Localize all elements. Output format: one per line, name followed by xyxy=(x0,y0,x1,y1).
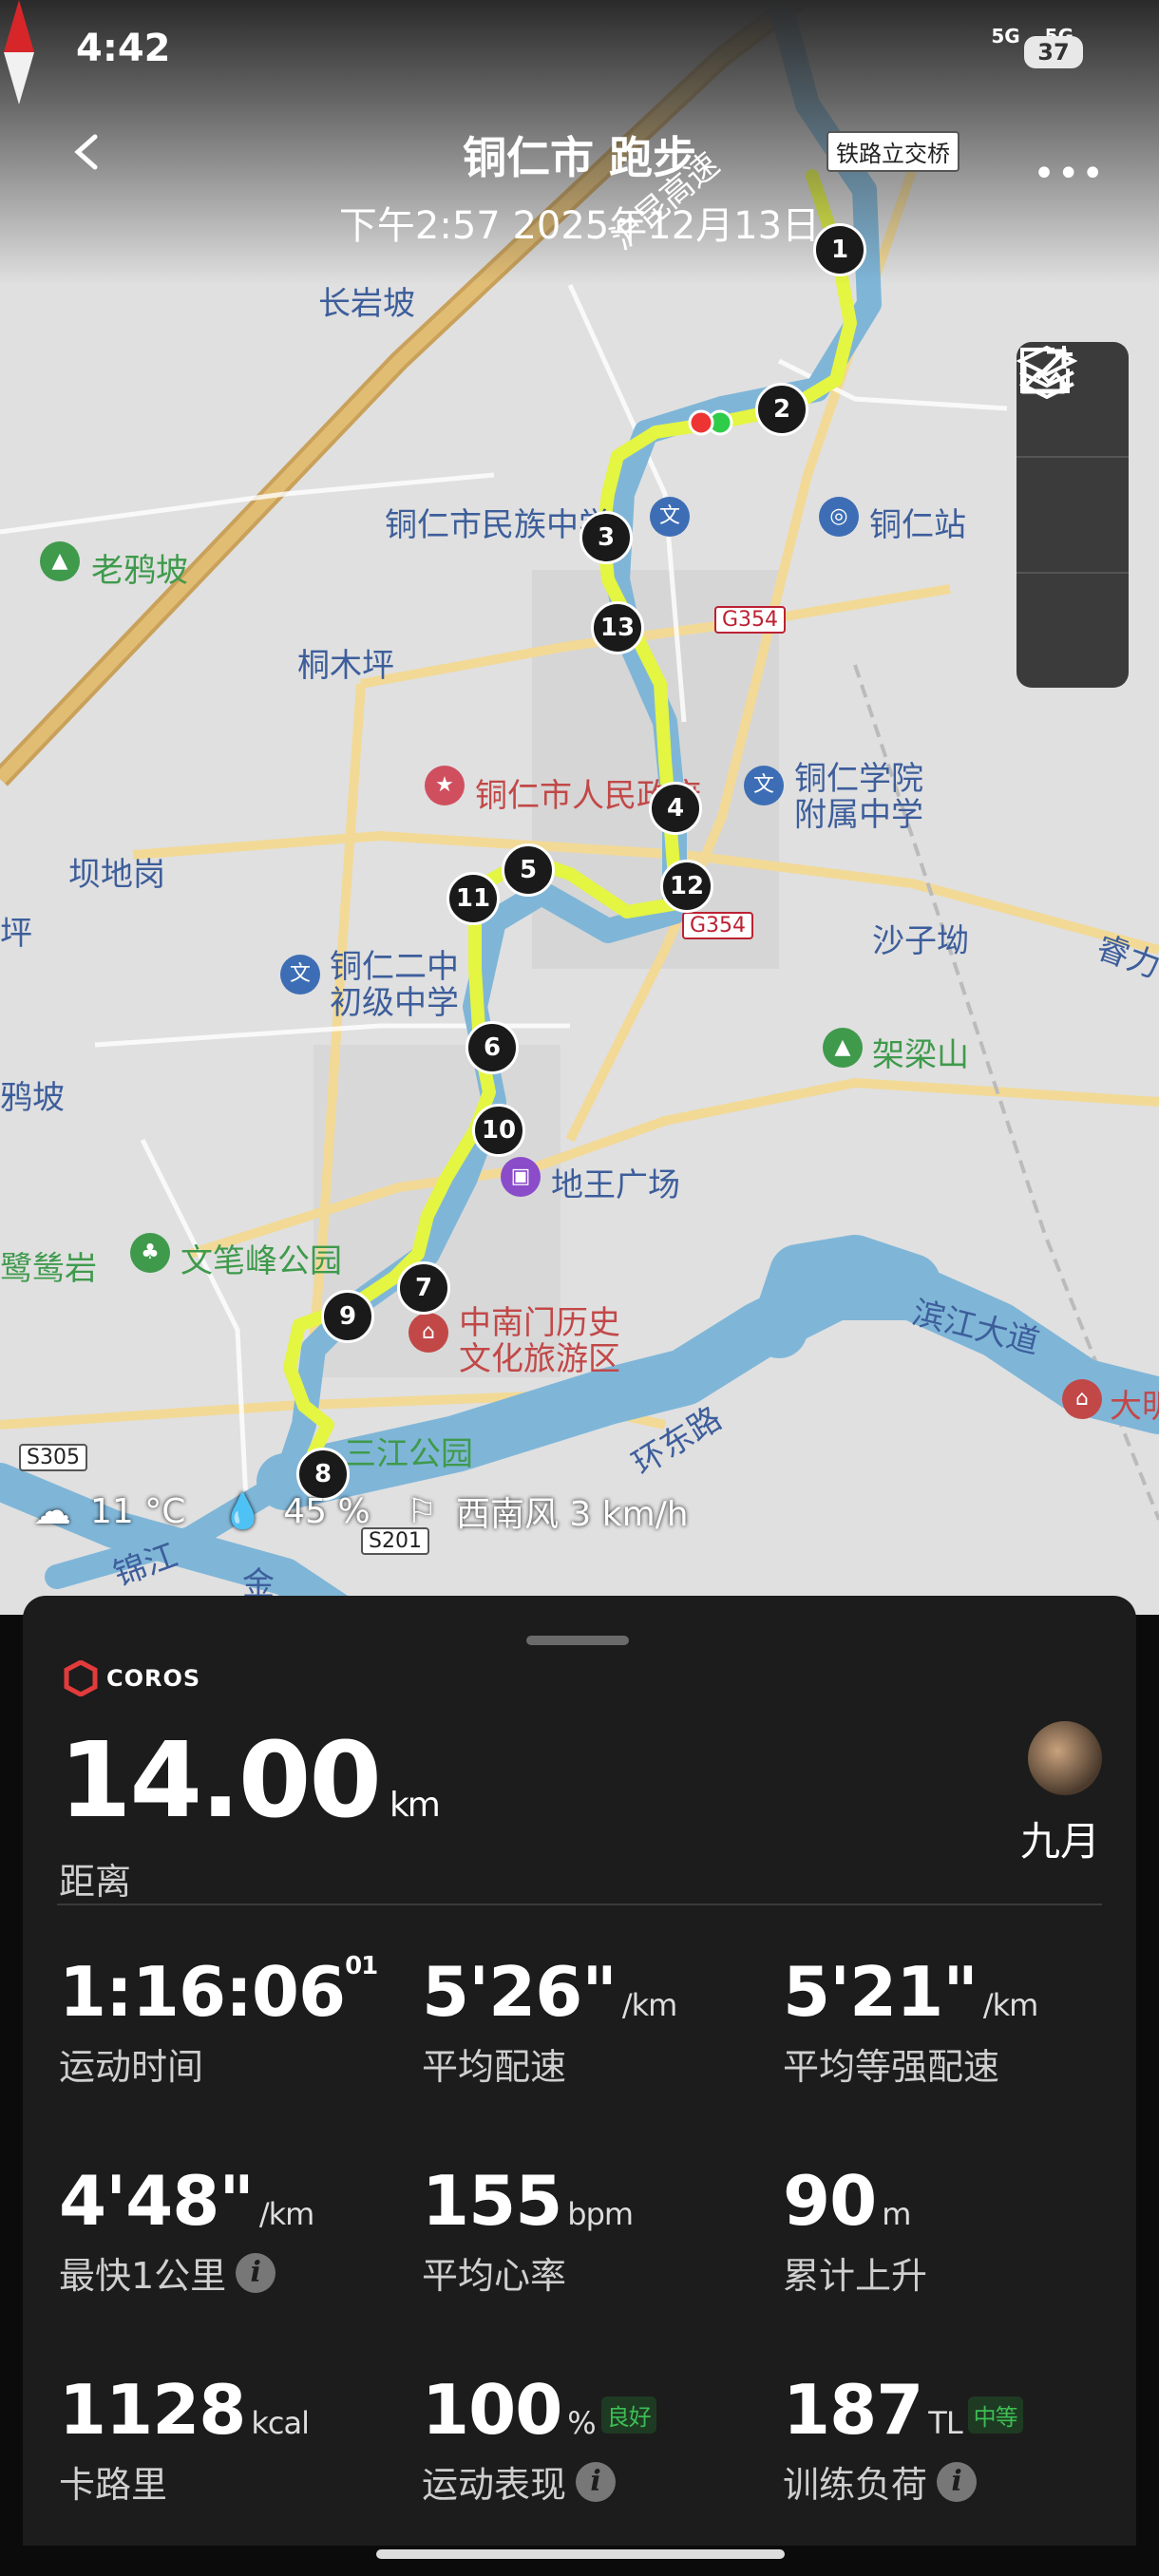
battery-indicator: 37 xyxy=(1024,36,1083,68)
distance-value: 14.00 km xyxy=(59,1719,441,1841)
user-name: 九月 xyxy=(1019,1818,1100,1865)
map-label: 文化旅游区 xyxy=(459,1340,620,1378)
layers-button[interactable] xyxy=(1016,345,1129,574)
humidity-icon: 💧 xyxy=(221,1492,265,1531)
map-label: 初级中学 xyxy=(330,984,459,1022)
km-marker[interactable]: 6 xyxy=(466,1021,519,1074)
activity-summary-card[interactable]: COROS 14.00 km 距离 九月 1:16:0601 运动时间 5'26"… xyxy=(23,1596,1136,2546)
map-label: 鸦坡 xyxy=(0,1079,65,1117)
add-image-icon xyxy=(1020,346,1073,393)
km-marker[interactable]: 4 xyxy=(649,782,702,835)
park-icon: ▲ xyxy=(40,541,80,581)
scenic-icon: ⌂ xyxy=(408,1313,448,1353)
map-label: 鹭鸶岩 xyxy=(0,1250,97,1288)
info-icon[interactable]: i xyxy=(236,2252,276,2293)
map-tools-panel xyxy=(1016,342,1129,688)
stat-duration: 1:16:0601 运动时间 xyxy=(59,1952,378,2088)
school-icon: 文 xyxy=(744,766,784,805)
stat-avg-grade-adjusted-pace: 5'21"/km 平均等强配速 xyxy=(783,1952,1038,2088)
page-title: 铜仁市 跑步 xyxy=(462,132,696,183)
info-icon[interactable]: i xyxy=(937,2461,978,2502)
road-shield: S305 xyxy=(19,1444,87,1471)
map-label: 沙子坳 xyxy=(872,922,969,960)
avatar[interactable] xyxy=(1028,1721,1102,1795)
stat-training-load: 187 TL 中等 训练负荷 i xyxy=(783,2370,1134,2508)
status-time: 4:42 xyxy=(76,27,171,70)
map-label: 地王广场 xyxy=(551,1166,680,1204)
cloud-icon: ☁ xyxy=(33,1489,71,1533)
stat-fastest-km: 4'48"/km 最快1公里 i xyxy=(59,2161,314,2297)
map-label: 文笔峰公园 xyxy=(180,1242,342,1280)
network-5g-1: 5G xyxy=(991,25,1020,47)
wind: 西南风 3 km/h xyxy=(455,1495,689,1534)
km-marker[interactable]: 11 xyxy=(446,872,500,925)
map-label: 架梁山 xyxy=(872,1036,969,1074)
km-marker[interactable]: 3 xyxy=(580,511,633,564)
road-shield: G354 xyxy=(714,606,787,634)
station-icon: ◎ xyxy=(819,497,859,537)
map-label: 坝地岗 xyxy=(68,856,165,894)
divider xyxy=(57,1904,1102,1905)
end-marker xyxy=(688,409,714,436)
mall-icon: ▣ xyxy=(501,1157,541,1197)
map-label: 铜仁市民族中学 xyxy=(385,506,611,544)
stat-avg-heart-rate: 155 bpm 平均心率 xyxy=(422,2161,634,2297)
km-marker[interactable]: 2 xyxy=(755,383,808,436)
compass-icon[interactable] xyxy=(0,0,38,104)
status-badge: 良好 xyxy=(600,2396,656,2434)
map-label: 附属中学 xyxy=(794,796,923,834)
park-icon: ▲ xyxy=(823,1028,863,1068)
road-shield: G354 xyxy=(682,912,754,939)
stat-calories: 1128 kcal 卡路里 xyxy=(59,2370,310,2506)
more-menu-icon[interactable]: ••• xyxy=(1033,152,1106,196)
government-icon: ★ xyxy=(425,766,465,805)
park-icon: ♣ xyxy=(130,1233,170,1273)
stat-elevation-gain: 90 m 累计上升 xyxy=(783,2161,928,2297)
weather-bar: ☁ 11 °C 💧 45 % ⚐ 西南风 3 km/h xyxy=(33,1487,689,1536)
humidity: 45 % xyxy=(283,1491,370,1531)
activity-datetime: 下午2:57 2025年12月13日 xyxy=(338,204,821,248)
km-marker[interactable]: 12 xyxy=(660,860,713,913)
map-label: 三江公园 xyxy=(344,1435,473,1473)
wind-icon: ⚐ xyxy=(406,1491,437,1531)
map-label: 铜仁站 xyxy=(869,506,966,544)
coros-logo: COROS xyxy=(63,1660,200,1696)
km-marker[interactable]: 7 xyxy=(397,1261,450,1315)
scenic-icon: ⌂ xyxy=(1062,1379,1102,1419)
map-label: 老鸦坡 xyxy=(91,552,188,590)
school-icon: 文 xyxy=(280,955,320,994)
info-icon[interactable]: i xyxy=(576,2461,617,2502)
status-badge: 中等 xyxy=(967,2396,1023,2434)
school-icon: 文 xyxy=(650,497,690,537)
map-label: 长岩坡 xyxy=(318,285,415,323)
map-label: 坪 xyxy=(0,915,32,953)
km-marker[interactable]: 10 xyxy=(472,1104,525,1157)
stat-performance: 100% 良好 运动表现 i xyxy=(422,2370,773,2508)
add-photo-button[interactable] xyxy=(1016,346,1129,688)
km-marker[interactable]: 13 xyxy=(591,601,644,654)
temperature: 11 °C xyxy=(90,1491,186,1531)
distance-label: 距离 xyxy=(59,1861,132,1903)
map-label: 大明 xyxy=(1110,1388,1159,1426)
home-indicator[interactable] xyxy=(376,2549,785,2559)
map-label: 桐木坪 xyxy=(297,647,394,685)
coros-logo-icon xyxy=(64,1660,98,1696)
stat-avg-pace: 5'26"/km 平均配速 xyxy=(422,1952,677,2088)
drag-handle[interactable] xyxy=(526,1636,629,1645)
km-marker[interactable]: 9 xyxy=(321,1290,374,1343)
km-marker[interactable]: 5 xyxy=(502,843,555,897)
